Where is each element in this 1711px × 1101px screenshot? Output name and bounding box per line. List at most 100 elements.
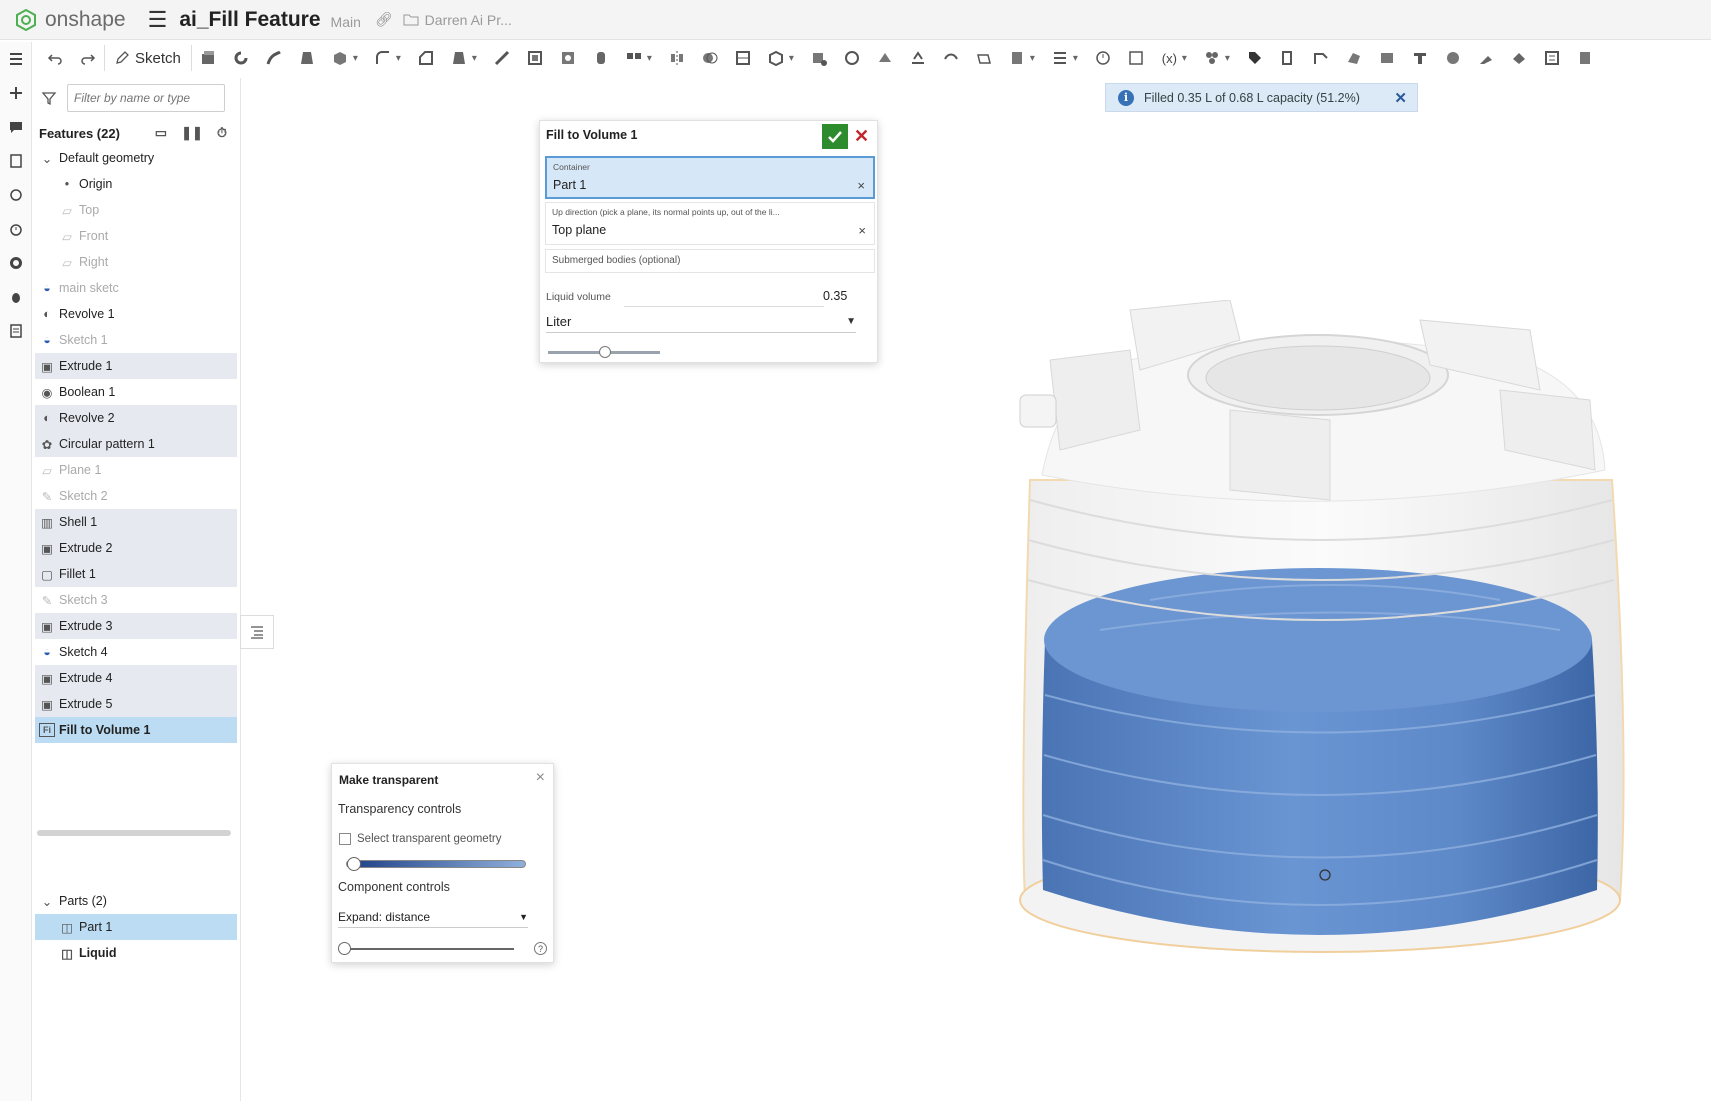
tree-item-sketch-1[interactable]: ◒ Sketch 1 <box>35 327 237 353</box>
tree-item-sketch-3[interactable]: ✎ Sketch 3 <box>35 587 237 613</box>
chevron-down-icon[interactable]: ▾ <box>1073 53 1083 64</box>
expand-select[interactable]: Expand: distance ▼ <box>338 906 528 928</box>
chevron-down-icon[interactable]: ▾ <box>396 53 406 64</box>
tree-item-revolve-2[interactable]: ◐ Revolve 2 <box>35 405 237 431</box>
cylinder-tool-icon[interactable] <box>585 45 618 71</box>
tree-item-top[interactable]: ▱ Top <box>35 197 237 223</box>
link-icon[interactable]: 🔗︎ <box>375 11 393 28</box>
redo-icon[interactable] <box>71 45 104 71</box>
tree-item-boolean-1[interactable]: ◉ Boolean 1 <box>35 379 237 405</box>
hole-tool-icon[interactable] <box>552 45 585 71</box>
end-cap-tool-icon[interactable] <box>1503 45 1536 71</box>
search-icon[interactable] <box>0 246 32 280</box>
cancel-button[interactable]: ✕ <box>854 127 869 145</box>
history-icon[interactable] <box>0 212 32 246</box>
container-field[interactable]: Container Part 1 × <box>545 156 875 199</box>
tree-item-fillet-1[interactable]: ▢ Fillet 1 <box>35 561 237 587</box>
feature-list-icon[interactable] <box>0 42 32 76</box>
3d-viewport[interactable] <box>1000 300 1680 1050</box>
tab-tool-icon[interactable] <box>1338 45 1371 71</box>
tree-item-extrude-2[interactable]: ▣ Extrude 2 <box>35 535 237 561</box>
timer-icon[interactable]: ⏱ <box>217 125 227 141</box>
panel-toggle-icon[interactable] <box>240 615 274 649</box>
chevron-down-icon[interactable]: ▾ <box>647 53 657 64</box>
tank-model[interactable] <box>1019 300 1625 953</box>
slider-knob[interactable] <box>599 346 612 358</box>
tree-item-extrude-5[interactable]: ▣ Extrude 5 <box>35 691 237 717</box>
chevron-down-icon[interactable]: ▾ <box>789 53 799 64</box>
overflow-icon[interactable] <box>1569 45 1602 71</box>
clear-icon[interactable]: × <box>858 223 866 238</box>
delete-part-tool-icon[interactable] <box>803 45 836 71</box>
tree-item-origin[interactable]: • Origin <box>35 171 237 197</box>
tree-item-sketch-2[interactable]: ✎ Sketch 2 <box>35 483 237 509</box>
gusset-tool-icon[interactable] <box>1437 45 1470 71</box>
tree-item-main-sketch[interactable]: ◒ main sketc <box>35 275 237 301</box>
variables-icon[interactable] <box>0 314 32 348</box>
frame-tool-icon[interactable] <box>1404 45 1437 71</box>
replace-face-tool-icon[interactable] <box>902 45 935 71</box>
sheet-metal-icon[interactable] <box>1272 45 1305 71</box>
branch-label[interactable]: Main <box>331 14 361 30</box>
tree-group-default-geometry[interactable]: ⌄ Default geometry <box>35 145 237 171</box>
tree-item-front[interactable]: ▱ Front <box>35 223 237 249</box>
accept-button[interactable] <box>822 124 848 149</box>
notes-icon[interactable] <box>0 144 32 178</box>
loft-tool-icon[interactable] <box>291 45 324 71</box>
chevron-down-icon[interactable]: ⌄ <box>39 894 55 909</box>
tree-item-revolve-1[interactable]: ◐ Revolve 1 <box>35 301 237 327</box>
chevron-down-icon[interactable]: ▾ <box>353 53 363 64</box>
document-title[interactable]: ai_Fill Feature <box>179 8 320 32</box>
cut-list-tool-icon[interactable] <box>1536 45 1569 71</box>
tree-item-extrude-1[interactable]: ▣ Extrude 1 <box>35 353 237 379</box>
tree-item-sketch-4[interactable]: ◒ Sketch 4 <box>35 639 237 665</box>
tree-item-fill-to-volume-1[interactable]: Fi Fill to Volume 1 <box>35 717 237 743</box>
expand-slider[interactable] <box>338 942 514 955</box>
tree-item-plane-1[interactable]: ▱ Plane 1 <box>35 457 237 483</box>
flat-view-icon[interactable] <box>1371 45 1404 71</box>
revolve-tool-icon[interactable] <box>225 45 258 71</box>
plane-tool-icon[interactable] <box>968 45 1001 71</box>
onshape-logo[interactable]: onshape <box>14 8 126 32</box>
slider-knob[interactable] <box>347 857 361 871</box>
chevron-down-icon[interactable]: ⌄ <box>39 151 55 166</box>
new-folder-icon[interactable]: ▭ <box>155 125 167 141</box>
parts-header[interactable]: ⌄ Parts (2) <box>35 888 237 914</box>
tree-item-shell-1[interactable]: ▥ Shell 1 <box>35 509 237 535</box>
appearance-icon[interactable] <box>0 178 32 212</box>
comment-icon[interactable] <box>0 110 32 144</box>
slider-knob[interactable] <box>338 942 351 955</box>
filter-input[interactable] <box>67 84 225 112</box>
checkbox-box[interactable] <box>339 833 351 845</box>
rib-tool-icon[interactable] <box>486 45 519 71</box>
chevron-down-icon[interactable]: ▾ <box>1030 53 1040 64</box>
close-icon[interactable]: × <box>536 769 545 787</box>
tree-item-extrude-3[interactable]: ▣ Extrude 3 <box>35 613 237 639</box>
folder-breadcrumb[interactable]: Darren Ai Pr... <box>403 12 512 28</box>
measure-tool-icon[interactable] <box>1087 45 1120 71</box>
offset-surface-tool-icon[interactable] <box>935 45 968 71</box>
chevron-down-icon[interactable]: ▾ <box>1225 53 1235 64</box>
unit-select[interactable]: Liter ▼ <box>546 311 856 333</box>
pause-icon[interactable]: ❚❚ <box>181 125 203 141</box>
chevron-down-icon[interactable]: ▾ <box>472 53 482 64</box>
debug-icon[interactable] <box>0 280 32 314</box>
submerged-bodies-field[interactable]: Submerged bodies (optional) <box>545 249 875 273</box>
sketch-button[interactable]: Sketch <box>104 45 192 71</box>
filter-icon[interactable] <box>41 90 57 106</box>
tree-item-extrude-4[interactable]: ▣ Extrude 4 <box>35 665 237 691</box>
tree-item-right[interactable]: ▱ Right <box>35 249 237 275</box>
liquid-volume-input[interactable]: 0.35 <box>823 289 847 303</box>
boolean-tool-icon[interactable] <box>694 45 727 71</box>
weld-tool-icon[interactable] <box>1470 45 1503 71</box>
shell-tool-icon[interactable] <box>519 45 552 71</box>
clear-icon[interactable]: × <box>857 178 865 193</box>
chamfer-tool-icon[interactable] <box>410 45 443 71</box>
mirror-tool-icon[interactable] <box>661 45 694 71</box>
undo-icon[interactable] <box>38 45 71 71</box>
transparency-slider[interactable] <box>346 857 526 871</box>
part-item-part-1[interactable]: ◫ Part 1 <box>35 914 237 940</box>
up-direction-field[interactable]: Up direction (pick a plane, its normal p… <box>545 202 875 245</box>
menu-icon[interactable]: ☰ <box>148 7 168 33</box>
split-tool-icon[interactable] <box>727 45 760 71</box>
